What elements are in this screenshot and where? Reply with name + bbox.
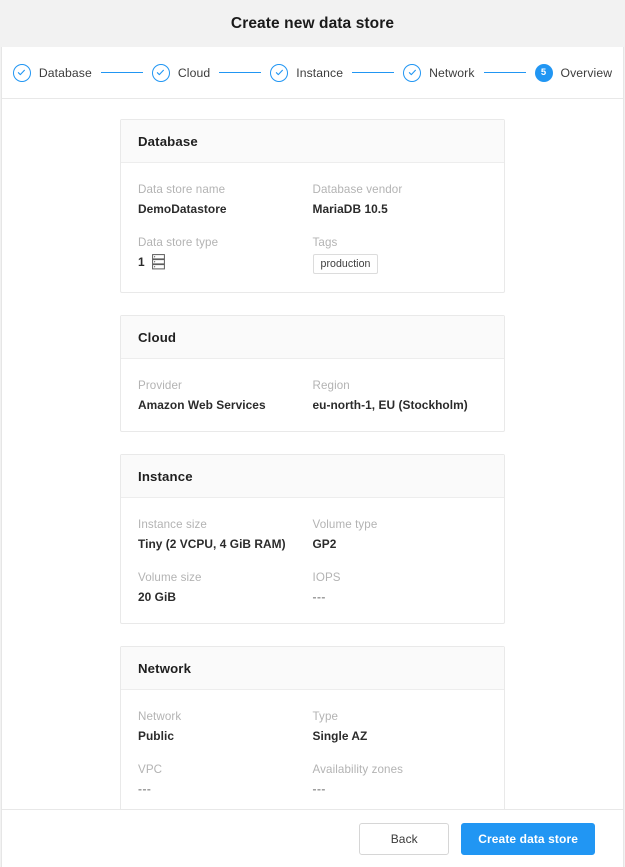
step-connector bbox=[352, 71, 395, 74]
tag-chip: production bbox=[312, 254, 379, 274]
field-label: Volume type bbox=[312, 518, 378, 531]
field-label: IOPS bbox=[312, 571, 341, 584]
field-volume-size: Volume size 20 GiB bbox=[138, 571, 313, 605]
field-value: 1 bbox=[138, 254, 313, 270]
create-data-store-dialog: Create new data store Database Cloud Insta… bbox=[0, 0, 625, 867]
server-rack-icon bbox=[151, 254, 165, 270]
count-value: 1 bbox=[138, 255, 145, 269]
field-value: DemoDatastore bbox=[138, 202, 227, 216]
field-region: Region eu-north-1, EU (Stockholm) bbox=[313, 379, 488, 413]
stepper-item-label: Overview bbox=[560, 65, 613, 80]
stepper-item-database[interactable]: Database bbox=[12, 63, 92, 82]
dialog-titlebar: Create new data store bbox=[0, 0, 625, 47]
field-tags: Tags production bbox=[312, 236, 488, 274]
field-value: Amazon Web Services bbox=[138, 398, 266, 412]
field-value: --- bbox=[138, 782, 152, 796]
step-connector bbox=[219, 71, 262, 74]
stepper-item-instance[interactable]: Instance bbox=[270, 63, 344, 82]
card-header: Instance bbox=[121, 455, 504, 498]
dialog-footer: Back Create data store bbox=[2, 809, 623, 867]
step-connector bbox=[100, 71, 143, 74]
summary-card-cloud: Cloud Provider Amazon Web Services Region eu… bbox=[120, 315, 505, 432]
field-label: Instance size bbox=[138, 518, 207, 531]
dialog-panel: Database Cloud Instance Network 5 Overview Da… bbox=[1, 47, 624, 867]
overview-content: Database Data store name DemoDatastore Data… bbox=[2, 99, 623, 809]
card-header: Network bbox=[121, 647, 504, 690]
step-connector bbox=[483, 71, 526, 74]
field-value: 20 GiB bbox=[138, 590, 176, 604]
stepper-item-network[interactable]: Network bbox=[403, 63, 475, 82]
field-row: Network Public Type Single AZ bbox=[138, 710, 487, 744]
field-label: Tags bbox=[312, 236, 338, 249]
stepper-item-label: Cloud bbox=[177, 65, 211, 80]
card-title: Database bbox=[138, 134, 198, 149]
field-instance-size: Instance size Tiny (2 VCPU, 4 GiB RAM) bbox=[138, 518, 313, 552]
stepper-item-label: Database bbox=[38, 65, 92, 80]
field-value: Single AZ bbox=[312, 729, 368, 743]
card-body: Network Public Type Single AZ VPC --- Availabi… bbox=[121, 690, 504, 809]
field-vpc: VPC --- bbox=[138, 763, 313, 797]
back-button[interactable]: Back bbox=[359, 822, 450, 855]
field-row: Volume size 20 GiB IOPS --- bbox=[138, 571, 487, 605]
field-value: Tiny (2 VCPU, 4 GiB RAM) bbox=[138, 537, 286, 551]
step-number-badge: 5 bbox=[534, 63, 553, 82]
field-label: Region bbox=[312, 379, 350, 392]
card-body: Provider Amazon Web Services Region eu-nort… bbox=[121, 359, 504, 431]
field-network: Network Public bbox=[138, 710, 313, 744]
field-type: Type Single AZ bbox=[313, 710, 488, 744]
field-volume-type: Volume type GP2 bbox=[313, 518, 488, 552]
field-provider: Provider Amazon Web Services bbox=[138, 379, 313, 413]
card-header: Database bbox=[121, 120, 504, 163]
card-header: Cloud bbox=[121, 316, 504, 359]
server-rack-icon bbox=[151, 254, 165, 270]
card-title: Instance bbox=[138, 469, 193, 484]
summary-card-instance: Instance Instance size Tiny (2 VCPU, 4 GiB… bbox=[120, 454, 505, 624]
stepper-item-label: Instance bbox=[296, 65, 344, 80]
field-value: GP2 bbox=[312, 537, 337, 551]
field-data-store-type: Data store type 1 bbox=[138, 236, 313, 274]
step-check-icon bbox=[403, 63, 422, 82]
step-check-icon bbox=[12, 63, 31, 82]
page-title: Create new data store bbox=[230, 14, 395, 32]
card-title: Cloud bbox=[138, 330, 177, 345]
wizard-stepper: Database Cloud Instance Network 5 Overview bbox=[2, 47, 623, 99]
step-check-icon bbox=[270, 63, 289, 82]
card-body: Instance size Tiny (2 VCPU, 4 GiB RAM) Vol… bbox=[121, 498, 504, 623]
field-value: Public bbox=[138, 729, 174, 743]
field-value: MariaDB 10.5 bbox=[312, 202, 388, 216]
card-title: Network bbox=[138, 661, 192, 676]
field-row: Data store type 1 Tags production bbox=[138, 236, 487, 274]
field-label: Provider bbox=[138, 379, 182, 392]
field-label: Volume size bbox=[138, 571, 202, 584]
field-value: --- bbox=[312, 590, 326, 604]
summary-card-network: Network Network Public Type Single AZ VPC --- A… bbox=[120, 646, 505, 809]
field-row: VPC --- Availability zones --- bbox=[138, 763, 487, 797]
stepper-item-label: Network bbox=[429, 65, 475, 80]
field-value: production bbox=[312, 254, 488, 274]
create-data-store-button[interactable]: Create data store bbox=[461, 822, 595, 855]
field-value: --- bbox=[312, 782, 326, 796]
card-body: Data store name DemoDatastore Database ven… bbox=[121, 163, 504, 292]
summary-card-database: Database Data store name DemoDatastore Data… bbox=[120, 119, 505, 293]
field-value: eu-north-1, EU (Stockholm) bbox=[312, 398, 468, 412]
field-label: Data store name bbox=[138, 183, 226, 196]
field-row: Data store name DemoDatastore Database ven… bbox=[138, 183, 487, 217]
field-row: Provider Amazon Web Services Region eu-nort… bbox=[138, 379, 487, 413]
field-label: Network bbox=[138, 710, 182, 723]
field-label: Availability zones bbox=[312, 763, 404, 776]
field-database-vendor: Database vendor MariaDB 10.5 bbox=[313, 183, 488, 217]
field-data-store-name: Data store name DemoDatastore bbox=[138, 183, 313, 217]
stepper-item-overview[interactable]: 5 Overview bbox=[534, 63, 613, 82]
field-label: Type bbox=[312, 710, 339, 723]
field-row: Instance size Tiny (2 VCPU, 4 GiB RAM) Vol… bbox=[138, 518, 487, 552]
field-availability-zones: Availability zones --- bbox=[313, 763, 488, 797]
field-label: VPC bbox=[138, 763, 163, 776]
field-label: Data store type bbox=[138, 236, 219, 249]
field-label: Database vendor bbox=[312, 183, 403, 196]
step-check-icon bbox=[151, 63, 170, 82]
field-iops: IOPS --- bbox=[313, 571, 488, 605]
stepper-item-cloud[interactable]: Cloud bbox=[151, 63, 211, 82]
